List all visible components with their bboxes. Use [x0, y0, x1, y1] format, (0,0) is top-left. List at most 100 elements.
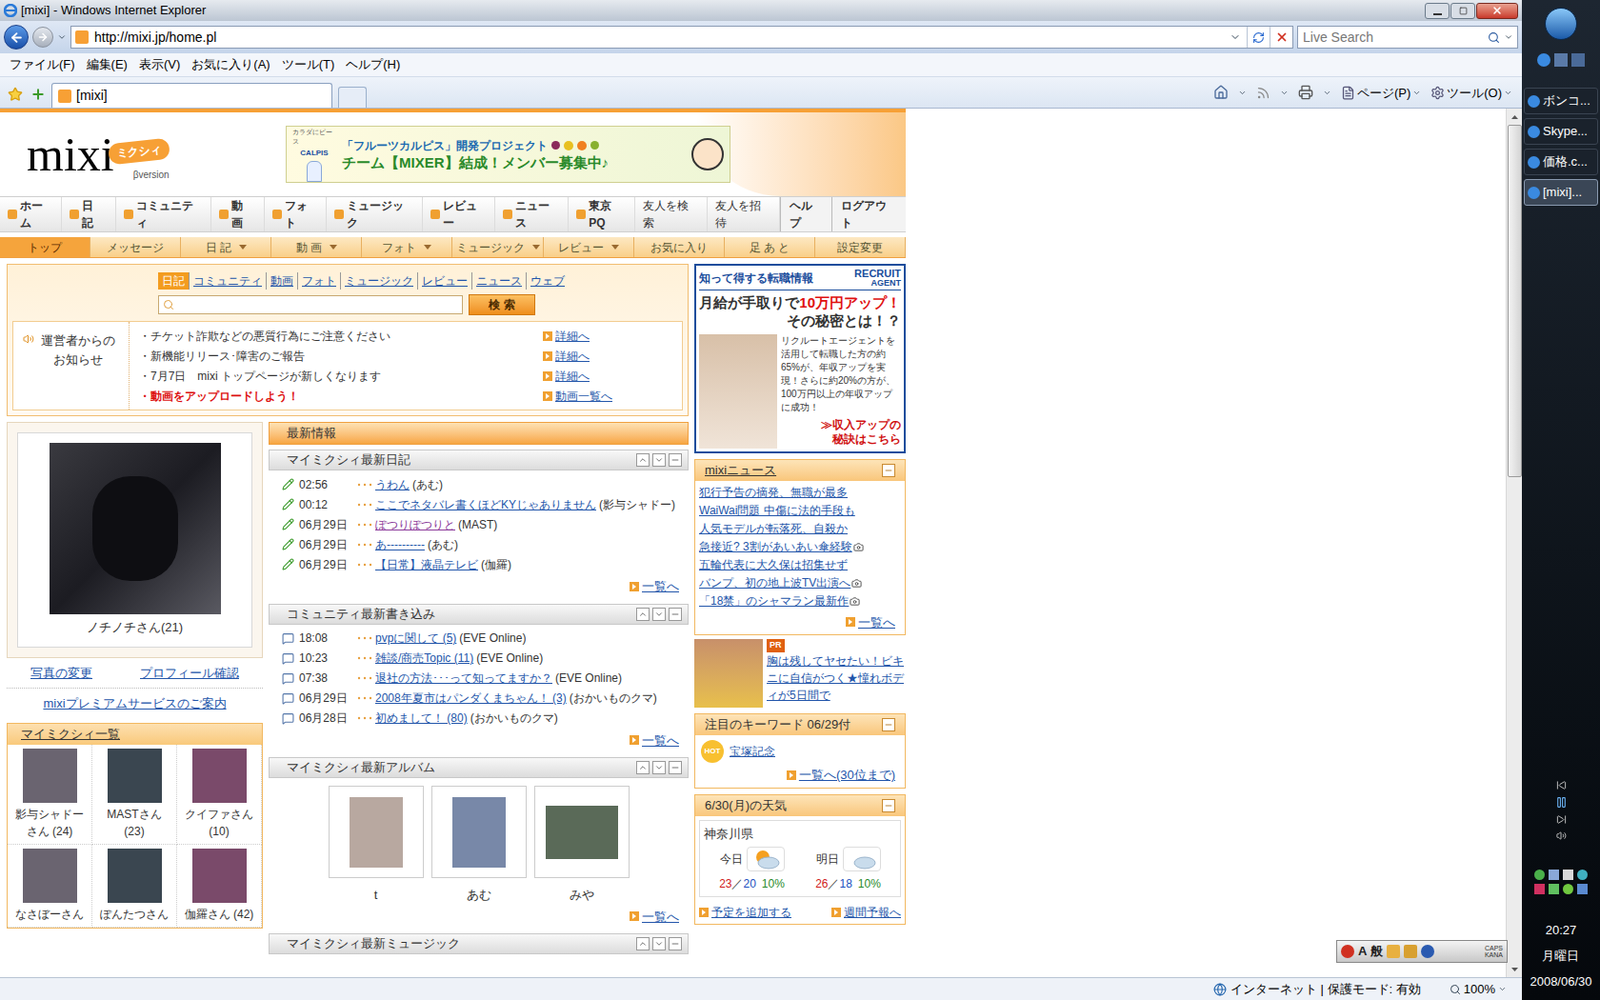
- taskbar-button[interactable]: ボンコ...: [1523, 87, 1599, 115]
- search-tab[interactable]: ウェブ: [525, 272, 569, 290]
- print-dropdown-icon[interactable]: [1322, 88, 1332, 98]
- friend-card[interactable]: 影与シャドーさん (24): [7, 744, 93, 845]
- sub-nav-tab[interactable]: お気に入り: [634, 237, 725, 258]
- more-link[interactable]: 一覧へ: [641, 577, 680, 597]
- ime-tool-icon[interactable]: [1386, 944, 1400, 959]
- friend-card[interactable]: MASTさん (23): [92, 744, 178, 845]
- collapse-button[interactable]: [668, 760, 682, 775]
- move-down-button[interactable]: [652, 937, 666, 951]
- zoom-control[interactable]: 100%: [1449, 980, 1507, 1000]
- box-title-link[interactable]: mixiニュース: [704, 460, 777, 480]
- tray-icon[interactable]: [1562, 883, 1574, 895]
- search-tab[interactable]: レビュー: [417, 272, 472, 290]
- move-down-button[interactable]: [652, 607, 666, 621]
- album-card[interactable]: t: [328, 785, 424, 905]
- main-nav-item[interactable]: ログアウト: [831, 197, 906, 232]
- taskbar-button[interactable]: 価格.c...: [1523, 148, 1599, 176]
- mixi-logo[interactable]: mixiミクシィβversion: [0, 130, 286, 179]
- recruit-ad[interactable]: 知って得する転職情報RECRUITAGENT月給が手取りで10万円アップ！その秘…: [694, 263, 906, 454]
- taskbar-button[interactable]: Skype...: [1523, 118, 1599, 145]
- album-card[interactable]: みや: [534, 785, 630, 905]
- main-nav-item[interactable]: ホーム: [0, 197, 62, 232]
- menu-item[interactable]: ヘルプ(H): [340, 55, 406, 75]
- collapse-button[interactable]: [881, 463, 896, 478]
- menu-item[interactable]: 編集(E): [80, 55, 134, 75]
- profile-link[interactable]: 写真の変更: [30, 663, 93, 683]
- profile-photo[interactable]: [49, 442, 221, 615]
- move-up-button[interactable]: [636, 453, 650, 467]
- clock[interactable]: 20:27月曜日2008/06/30: [1529, 917, 1592, 995]
- page-menu[interactable]: ページ(P): [1340, 83, 1421, 103]
- menu-item[interactable]: ファイル(F): [3, 55, 81, 75]
- main-nav-item[interactable]: 東京PQ: [568, 197, 636, 232]
- main-nav-item[interactable]: ミュージック: [326, 197, 422, 232]
- collapse-button[interactable]: [668, 607, 682, 621]
- tray-icon[interactable]: [1577, 883, 1588, 895]
- start-orb[interactable]: [1544, 7, 1578, 40]
- main-nav-item[interactable]: 友人を検索: [635, 197, 708, 232]
- friend-card[interactable]: 伽羅さん (42): [177, 844, 262, 928]
- search-icon[interactable]: [1487, 31, 1500, 44]
- profile-link[interactable]: プロフィール確認: [140, 663, 240, 683]
- community-link[interactable]: 雑談/商売Topic (11): [375, 649, 474, 667]
- sub-nav-tab[interactable]: 足 あ と: [724, 237, 816, 258]
- ime-help-icon[interactable]: [1420, 944, 1435, 959]
- home-icon[interactable]: [1213, 84, 1229, 100]
- pause-icon[interactable]: [1555, 796, 1568, 809]
- notice-link[interactable]: 詳細へ: [555, 327, 590, 345]
- feeds-dropdown-icon[interactable]: [1280, 88, 1289, 98]
- move-up-button[interactable]: [636, 937, 650, 951]
- quick-launch-icon[interactable]: [1571, 53, 1585, 67]
- diary-link[interactable]: うわん: [375, 476, 410, 494]
- collapse-button[interactable]: [668, 453, 682, 467]
- forward-button[interactable]: [32, 26, 54, 48]
- weather-link[interactable]: 予定を追加する: [711, 903, 792, 921]
- notice-link[interactable]: 詳細へ: [555, 367, 590, 385]
- more-link[interactable]: 一覧へ(30位まで): [799, 765, 896, 785]
- main-nav-item[interactable]: フォト: [264, 197, 327, 232]
- friend-card[interactable]: ぽんたつさん: [92, 844, 178, 928]
- previous-icon[interactable]: [1556, 780, 1567, 791]
- more-link[interactable]: 一覧へ: [641, 731, 680, 751]
- diary-link[interactable]: ここでネタバレ書くほどKYじゃありません: [375, 496, 597, 514]
- news-link[interactable]: WaiWai問題 中傷に法的手段も: [699, 501, 856, 520]
- sub-nav-tab[interactable]: 日 記: [180, 237, 272, 258]
- scroll-thumb[interactable]: [1507, 124, 1522, 478]
- url-dropdown-icon[interactable]: [1229, 31, 1241, 43]
- news-link[interactable]: 急接近? 3割があいあい傘経験: [699, 538, 853, 556]
- stop-icon[interactable]: [1275, 30, 1289, 44]
- community-link[interactable]: pvpに関して (5): [375, 629, 457, 647]
- sub-nav-tab[interactable]: フォト: [361, 237, 453, 258]
- favorites-icon[interactable]: [7, 86, 23, 102]
- new-tab-button[interactable]: [338, 86, 367, 108]
- more-link[interactable]: 一覧へ: [858, 613, 896, 633]
- keyword-link[interactable]: 宝塚記念: [729, 742, 776, 760]
- ime-mode[interactable]: A: [1358, 941, 1367, 961]
- tray-icon[interactable]: [1534, 869, 1545, 880]
- sub-nav-tab[interactable]: トップ: [0, 237, 91, 258]
- add-favorite-icon[interactable]: [30, 86, 46, 102]
- collapse-button[interactable]: [668, 937, 682, 951]
- scrollbar[interactable]: [1505, 108, 1522, 978]
- restore-button[interactable]: [1450, 2, 1476, 20]
- minimize-button[interactable]: [1424, 2, 1450, 20]
- main-nav-item[interactable]: レビュー: [422, 197, 497, 232]
- search-field[interactable]: Live Search: [1297, 25, 1519, 49]
- search-tab[interactable]: ミュージック: [340, 272, 418, 290]
- tray-icon[interactable]: [1562, 869, 1574, 880]
- community-link[interactable]: 退社の方法･･･って知ってますか？: [375, 669, 553, 687]
- notice-link[interactable]: 詳細へ: [555, 347, 590, 365]
- main-nav-item[interactable]: 動 画: [211, 197, 266, 232]
- diary-link[interactable]: 【日常】液晶テレビ: [375, 556, 479, 574]
- sub-nav-tab[interactable]: ミュージック: [452, 237, 543, 258]
- browser-tab[interactable]: [mixi]: [51, 82, 333, 108]
- menu-item[interactable]: ツール(T): [276, 55, 341, 75]
- friends-title-link[interactable]: マイミクシィ一覧: [20, 724, 120, 744]
- tools-menu[interactable]: ツール(O): [1430, 83, 1513, 103]
- quick-launch-icon[interactable]: [1537, 53, 1551, 67]
- search-tab[interactable]: ニュース: [471, 272, 526, 290]
- news-link[interactable]: 犯行予告の摘発、無職が最多: [699, 483, 848, 501]
- tray-icon[interactable]: [1548, 869, 1560, 880]
- close-button[interactable]: [1476, 2, 1519, 20]
- address-field[interactable]: http://mixi.jp/home.pl: [70, 25, 1294, 49]
